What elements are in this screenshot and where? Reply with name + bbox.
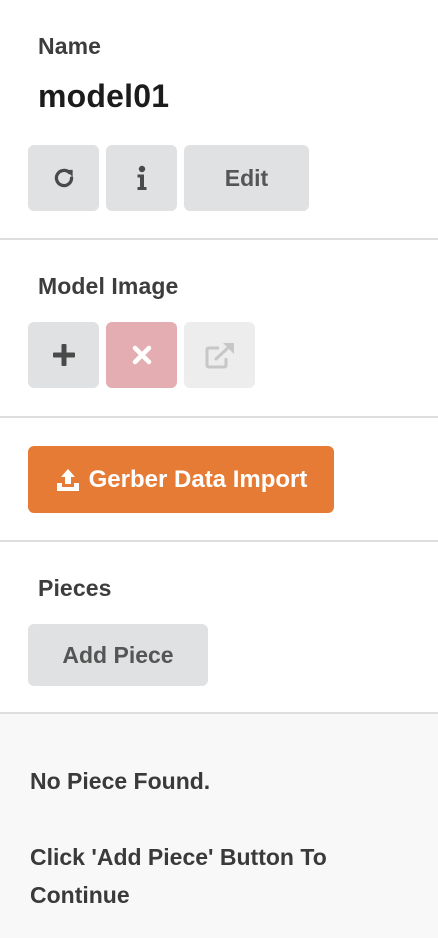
plus-icon xyxy=(52,343,76,367)
edit-button-label: Edit xyxy=(224,164,269,191)
gerber-import-button[interactable]: Gerber Data Import xyxy=(28,446,334,513)
section-divider xyxy=(0,238,438,240)
add-image-button[interactable] xyxy=(28,322,99,388)
model-image-label: Model Image xyxy=(38,273,179,299)
section-divider xyxy=(0,540,438,542)
pieces-label: Pieces xyxy=(38,575,112,601)
name-label: Name xyxy=(38,33,102,59)
section-divider xyxy=(0,416,438,418)
gerber-import-label: Gerber Data Import xyxy=(88,465,308,493)
empty-hint: Click 'Add Piece' Button To Continue xyxy=(30,844,327,908)
remove-image-button[interactable] xyxy=(106,322,177,388)
edit-button[interactable]: Edit xyxy=(184,145,309,211)
refresh-icon xyxy=(51,165,77,191)
info-button[interactable] xyxy=(106,145,177,211)
model-name: model01 xyxy=(38,78,170,114)
external-link-icon xyxy=(204,341,236,369)
close-icon xyxy=(131,344,153,366)
empty-title: No Piece Found. xyxy=(30,768,211,794)
info-icon xyxy=(135,164,149,192)
model-detail-panel: Name model01 Edit Model Image Gerber Dat… xyxy=(0,0,438,938)
refresh-button[interactable] xyxy=(28,145,99,211)
add-piece-label: Add Piece xyxy=(62,641,174,668)
add-piece-button[interactable]: Add Piece xyxy=(28,624,208,686)
upload-icon xyxy=(55,467,81,493)
open-image-button[interactable] xyxy=(184,322,255,388)
